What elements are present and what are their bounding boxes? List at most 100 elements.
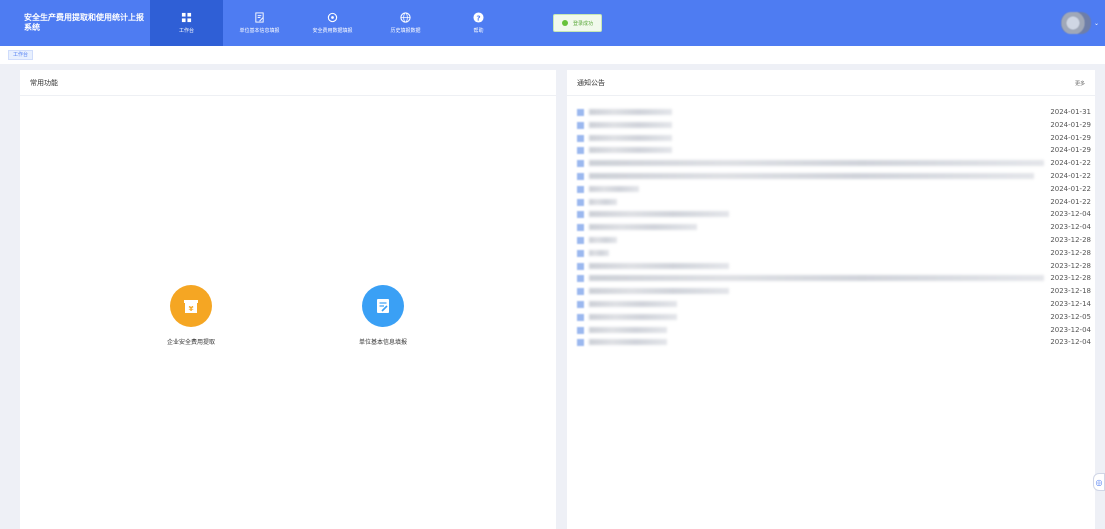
nav-item-unit-info[interactable]: 单位基本信息填报 — [223, 0, 296, 46]
nav-item-fee-data[interactable]: 安全费用数据填报 — [296, 0, 369, 46]
notice-list: 2024-01-31 2024-01-29 2024-01-29 2024-01-29… — [577, 106, 1091, 349]
notice-item[interactable]: 2024-01-29 — [577, 119, 1091, 132]
notice-item[interactable]: 2023-12-14 — [577, 298, 1091, 311]
notice-item[interactable]: 2023-12-04 — [577, 324, 1091, 337]
notice-title-redacted[interactable] — [589, 198, 617, 205]
notice-date: 2024-01-22 — [1048, 197, 1091, 206]
user-menu[interactable]: ⌄ — [1060, 12, 1099, 34]
notice-bullet-icon — [577, 236, 584, 244]
notice-bullet-icon — [577, 249, 584, 257]
breadcrumb-tag-dashboard[interactable]: 工作台 — [8, 50, 34, 60]
notice-item[interactable]: 2024-01-22 — [577, 170, 1091, 183]
notice-title-redacted[interactable] — [589, 288, 729, 295]
notice-title-redacted[interactable] — [589, 236, 617, 243]
breadcrumb-bar: 工作台 — [0, 46, 1105, 64]
notice-item[interactable]: 2024-01-22 — [577, 157, 1091, 170]
notice-bullet-icon — [577, 109, 584, 116]
notice-bullet-icon — [577, 147, 584, 155]
notice-item[interactable]: 2024-01-29 — [577, 144, 1091, 157]
notice-title-redacted[interactable] — [589, 339, 667, 346]
notice-title-redacted[interactable] — [589, 172, 1034, 179]
notice-title-redacted[interactable] — [589, 249, 609, 256]
chevron-down-icon[interactable]: ⌄ — [1094, 20, 1099, 27]
svg-text:¥: ¥ — [189, 305, 194, 313]
panel-header: 通知公告 更多 — [567, 70, 1095, 96]
func-fee-extraction[interactable]: ¥ 企业安全费用提取 — [131, 285, 251, 346]
float-help-button[interactable]: ◎ — [1093, 473, 1105, 491]
notice-bullet-icon — [577, 339, 584, 347]
nav-label: 安全费用数据填报 — [312, 28, 353, 34]
notice-title-redacted[interactable] — [589, 326, 667, 333]
notice-bullet-icon — [577, 326, 584, 334]
notice-date: 2023-12-28 — [1048, 248, 1091, 257]
edit-doc-icon[interactable] — [362, 285, 404, 327]
notice-item[interactable]: 2023-12-04 — [577, 208, 1091, 221]
notice-item[interactable]: 2023-12-28 — [577, 272, 1091, 285]
edit-form-icon — [255, 12, 264, 23]
more-link[interactable]: 更多 — [1075, 80, 1085, 87]
notice-title-redacted[interactable] — [589, 147, 672, 154]
notice-title-redacted[interactable] — [589, 262, 729, 269]
nav-item-help[interactable]: ? 帮助 — [442, 0, 515, 46]
notice-title-redacted[interactable] — [589, 313, 677, 320]
func-label: 单位基本信息填报 — [358, 339, 407, 346]
notice-bullet-icon — [577, 224, 584, 232]
func-unit-info[interactable]: 单位基本信息填报 — [323, 285, 443, 346]
notice-item[interactable]: 2023-12-05 — [577, 311, 1091, 324]
success-icon — [562, 20, 568, 26]
notice-title-redacted[interactable] — [589, 160, 1044, 167]
func-label: 企业安全费用提取 — [166, 339, 215, 346]
notice-bullet-icon — [577, 134, 584, 142]
notice-title-redacted[interactable] — [589, 300, 677, 307]
notice-date: 2023-12-04 — [1048, 223, 1091, 232]
nav-item-dashboard[interactable]: 工作台 — [150, 0, 223, 46]
notice-date: 2024-01-22 — [1048, 171, 1091, 180]
notice-bullet-icon — [577, 211, 584, 219]
panel-title: 常用功能 — [30, 79, 58, 87]
notice-title-redacted[interactable] — [589, 275, 1044, 282]
notice-date: 2023-12-14 — [1048, 299, 1091, 308]
notice-item[interactable]: 2024-01-22 — [577, 196, 1091, 209]
notice-date: 2023-12-28 — [1048, 235, 1091, 244]
notice-date: 2024-01-29 — [1048, 120, 1091, 129]
notice-date: 2023-12-05 — [1048, 312, 1091, 321]
top-header: 安全生产费用提取和使用统计上报系统 工作台 单位基本信息填报 安全费用数据填报 … — [0, 0, 1105, 46]
notice-date: 2023-12-28 — [1048, 274, 1091, 283]
avatar[interactable] — [1060, 12, 1091, 34]
notice-item[interactable]: 2024-01-22 — [577, 183, 1091, 196]
nav-label: 工作台 — [178, 28, 194, 34]
notice-bullet-icon — [577, 275, 584, 283]
notice-title-redacted[interactable] — [589, 211, 729, 218]
nav-label: 历史填报数据 — [390, 28, 421, 34]
notice-bullet-icon — [577, 172, 584, 180]
notice-item[interactable]: 2023-12-04 — [577, 221, 1091, 234]
notice-item[interactable]: 2023-12-28 — [577, 260, 1091, 273]
notice-date: 2023-12-28 — [1048, 261, 1091, 270]
notices-panel: 通知公告 更多 2024-01-31 2024-01-29 2024-01-29 20… — [567, 70, 1095, 529]
notice-bullet-icon — [577, 288, 584, 296]
notice-title-redacted[interactable] — [589, 185, 639, 192]
notice-title-redacted[interactable] — [589, 109, 672, 115]
notice-item[interactable]: 2023-12-18 — [577, 285, 1091, 298]
notice-title-redacted[interactable] — [589, 224, 697, 231]
common-functions-panel: 常用功能 ¥ 企业安全费用提取 单位基本信息填报 — [20, 70, 556, 529]
globe-icon — [400, 12, 411, 23]
notice-date: 2023-12-18 — [1048, 287, 1091, 296]
dashboard-icon — [181, 12, 192, 23]
app-title: 安全生产费用提取和使用统计上报系统 — [24, 13, 144, 32]
notice-bullet-icon — [577, 300, 584, 308]
question-icon: ? — [473, 12, 484, 23]
notice-item[interactable]: 2024-01-29 — [577, 132, 1091, 145]
nav-item-history[interactable]: 历史填报数据 — [369, 0, 442, 46]
notice-bullet-icon — [577, 313, 584, 321]
notice-item[interactable]: 2024-01-31 — [577, 106, 1091, 119]
notice-item[interactable]: 2023-12-04 — [577, 336, 1091, 349]
notice-date: 2024-01-22 — [1048, 159, 1091, 168]
yuan-box-icon[interactable]: ¥ — [170, 285, 212, 327]
notice-date: 2023-12-04 — [1048, 325, 1091, 334]
notice-item[interactable]: 2023-12-28 — [577, 234, 1091, 247]
notice-item[interactable]: 2023-12-28 — [577, 247, 1091, 260]
notice-title-redacted[interactable] — [589, 134, 672, 141]
notice-title-redacted[interactable] — [589, 121, 672, 128]
nav-label: 帮助 — [473, 28, 484, 34]
